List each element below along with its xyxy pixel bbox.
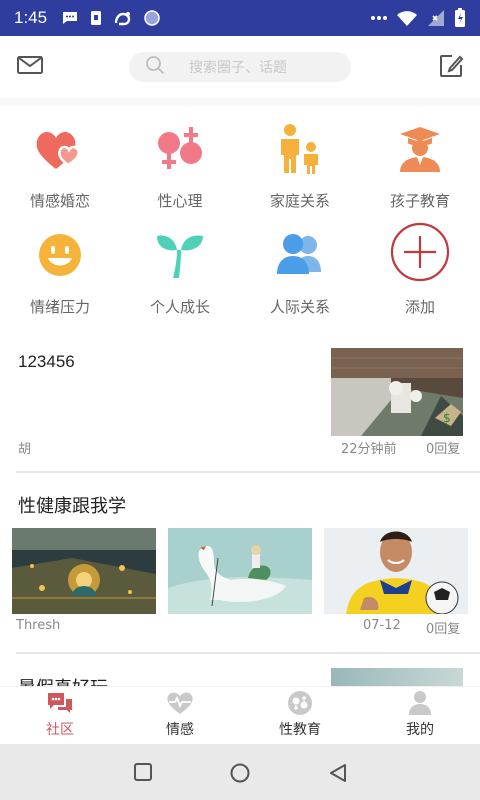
smile-face-icon	[0, 224, 120, 286]
post-card[interactable]: 性健康跟我学 Thresh 07-12 0回复	[0, 478, 480, 648]
nav-tab-sex-education[interactable]: 性教育	[240, 687, 360, 744]
category-label: 情感婚恋	[29, 192, 90, 210]
search-bar[interactable]: 搜索圈子、话题	[129, 52, 351, 82]
graduate-icon	[360, 118, 480, 180]
back-button-icon[interactable]	[327, 762, 349, 788]
circle-notification-icon	[143, 9, 161, 27]
category-add-button[interactable]: 添加	[360, 218, 480, 317]
sim-notification-icon	[89, 9, 103, 27]
hearts-icon	[0, 118, 120, 180]
post-image	[12, 528, 156, 614]
gender-symbols-icon	[120, 118, 240, 180]
post-date: 07-12	[363, 618, 401, 633]
category-sex-psychology[interactable]: 性心理	[120, 118, 240, 211]
svg-text:$: $	[443, 411, 451, 425]
person-icon	[408, 690, 432, 716]
post-divider	[16, 471, 480, 473]
post-image	[168, 528, 312, 614]
category-label: 家庭关系	[269, 192, 330, 210]
bottom-navigation: 社区 情感 性教育 我的	[0, 686, 480, 744]
post-author: Thresh	[16, 618, 61, 633]
clock: 1:45	[14, 8, 48, 27]
post-time: 22分钟前	[341, 442, 397, 457]
section-divider	[0, 98, 480, 106]
nav-tab-profile[interactable]: 我的	[360, 687, 480, 744]
message-notification-icon	[61, 9, 79, 27]
nav-label: 我的	[406, 722, 434, 738]
status-bar: 1:45	[0, 0, 480, 36]
category-label: 人际关系	[269, 298, 330, 316]
post-image	[324, 528, 468, 614]
category-personal-growth[interactable]: 个人成长	[120, 224, 240, 317]
category-label: 添加	[404, 298, 435, 316]
more-dots-icon	[370, 14, 388, 22]
battery-icon	[454, 8, 466, 28]
nav-tab-emotion[interactable]: 情感	[120, 687, 240, 744]
gender-circle-icon	[287, 690, 313, 716]
category-interpersonal-relations[interactable]: 人际关系	[240, 224, 360, 317]
post-thumbnail	[331, 668, 463, 686]
chat-bubbles-icon	[46, 690, 74, 716]
signal-icon	[426, 9, 446, 27]
nav-label: 社区	[46, 722, 74, 738]
post-reply-count: 0回复	[426, 442, 461, 457]
mail-icon[interactable]	[16, 54, 44, 80]
search-placeholder: 搜索圈子、话题	[189, 60, 287, 76]
post-reply-count: 0回复	[426, 622, 461, 637]
category-label: 情绪压力	[29, 298, 90, 316]
heart-pulse-icon	[166, 690, 194, 716]
top-bar: 搜索圈子、话题	[0, 36, 480, 98]
category-family-relations[interactable]: 家庭关系	[240, 118, 360, 211]
nav-label: 性教育	[279, 722, 321, 738]
post-card[interactable]: 123456 $ 胡 22分钟前 0回复	[0, 340, 480, 472]
nav-label: 情感	[166, 722, 194, 738]
post-author: 胡	[18, 442, 32, 457]
recents-button-icon[interactable]	[133, 762, 153, 786]
uc-browser-notification-icon	[113, 9, 133, 27]
post-card[interactable]: 暑假真好玩	[0, 654, 480, 686]
wifi-icon	[396, 9, 418, 27]
search-icon	[145, 55, 165, 79]
system-navigation-bar	[0, 744, 480, 800]
post-title: 性健康跟我学	[18, 496, 126, 517]
add-circle-icon	[360, 218, 480, 286]
family-icon	[240, 118, 360, 180]
category-emotion-marriage[interactable]: 情感婚恋	[0, 118, 120, 211]
category-grid: 情感婚恋 性心理 家庭关系 孩子教育 情绪压力 个人成长 人际关系 添加	[0, 106, 480, 328]
post-thumbnail: $	[331, 348, 463, 436]
people-icon	[240, 224, 360, 286]
sprout-icon	[120, 224, 240, 286]
category-label: 孩子教育	[389, 192, 450, 210]
category-label: 性心理	[157, 192, 203, 210]
compose-icon[interactable]	[438, 53, 464, 83]
category-child-education[interactable]: 孩子教育	[360, 118, 480, 211]
home-button-icon[interactable]	[229, 762, 251, 788]
post-title: 123456	[18, 352, 75, 371]
category-label: 个人成长	[149, 298, 210, 316]
post-title: 暑假真好玩	[18, 674, 108, 686]
category-emotional-stress[interactable]: 情绪压力	[0, 224, 120, 317]
nav-tab-community[interactable]: 社区	[0, 687, 120, 744]
